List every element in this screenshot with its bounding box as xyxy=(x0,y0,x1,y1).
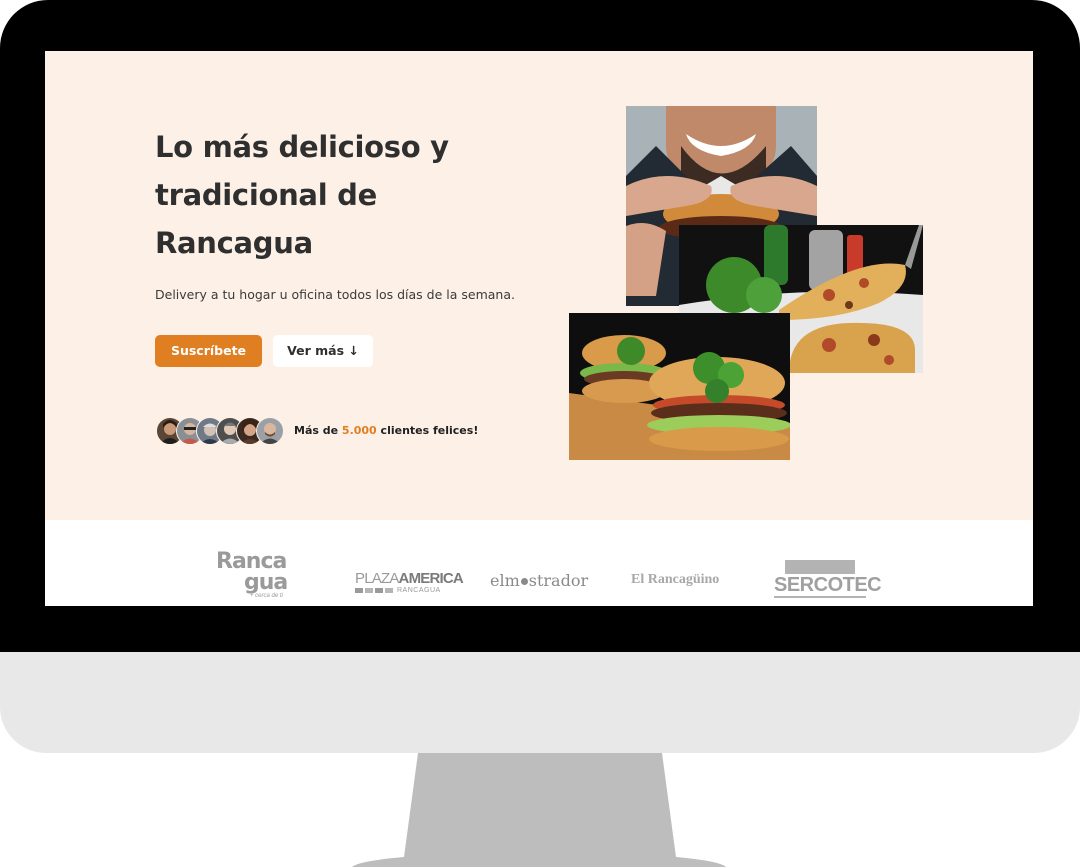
website-screen: Lo más delicioso y tradicional de Rancag… xyxy=(45,51,1033,606)
el-mostrador-logo: elm strador xyxy=(490,571,589,590)
monitor-chin xyxy=(0,652,1080,753)
monitor-stand xyxy=(352,753,726,867)
rancagua-logo: Ranca gua + cerca de ti xyxy=(216,549,288,600)
burgers-on-board-image xyxy=(569,313,790,460)
hero-title: Lo más delicioso y tradicional de Rancag… xyxy=(155,130,449,260)
happy-customers-text: Más de 5.000 clientes felices! xyxy=(294,424,479,437)
hero-subtitle: Delivery a tu hogar u oficina todos los … xyxy=(155,287,515,302)
customer-avatars xyxy=(156,417,286,445)
customer-count: 5.000 xyxy=(341,424,377,437)
avatar xyxy=(256,417,284,445)
el-rancaguino-logo: El Rancagüino xyxy=(631,572,720,587)
subscribe-button[interactable]: Suscríbete xyxy=(155,335,262,367)
plaza-america-logo: PLAZAAMERICA RANCAGUA xyxy=(355,570,464,594)
see-more-button[interactable]: Ver más ↓ xyxy=(273,335,373,367)
sercotec-logo: SERCOTEC xyxy=(774,560,882,598)
partner-logos-bar: Ranca gua + cerca de ti PLAZAAMERICA RAN… xyxy=(45,520,1033,606)
